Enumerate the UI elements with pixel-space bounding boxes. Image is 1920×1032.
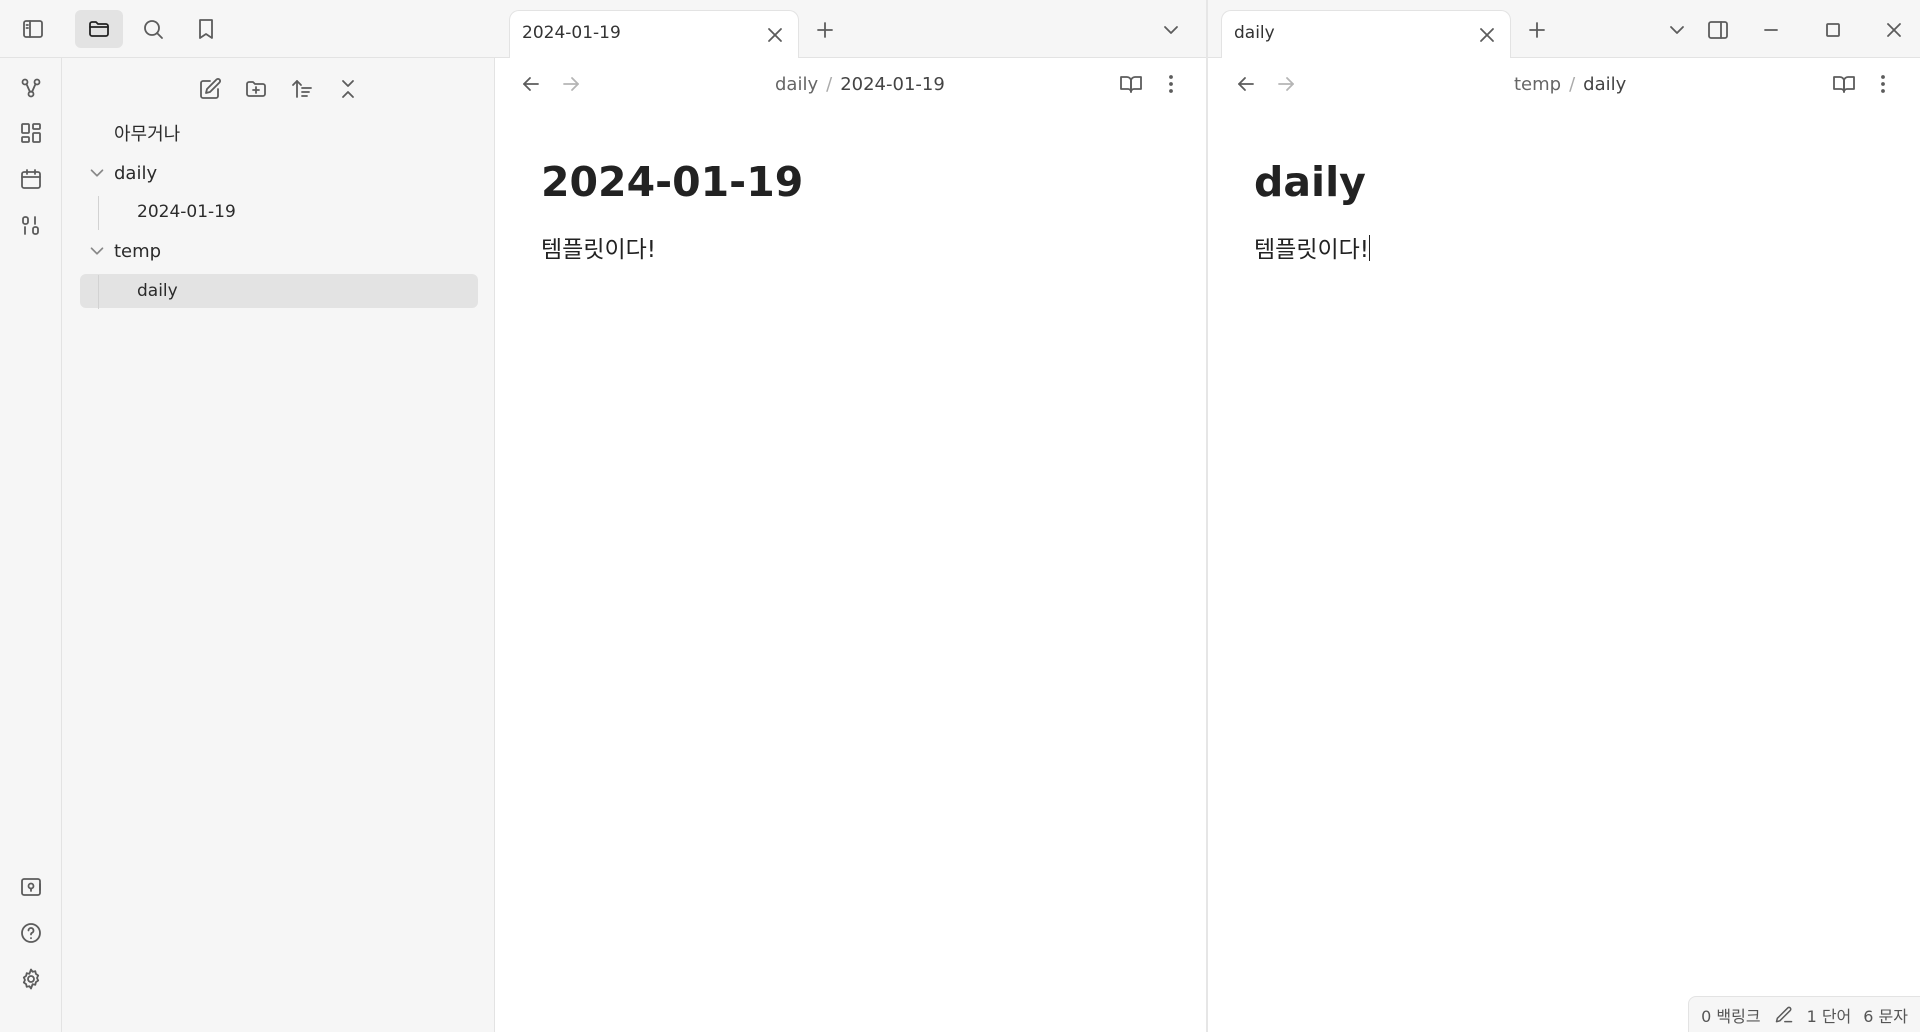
forward-arrow-icon[interactable] [1270,68,1302,100]
backlinks-count[interactable]: 0 백링크 [1701,1003,1760,1027]
file-item-label: 2024-01-19 [137,202,236,222]
tab-daily[interactable]: daily [1221,10,1511,58]
bookmark-icon[interactable] [189,12,223,46]
folder-label: daily [114,162,158,184]
word-count: 1 단어 [1806,1006,1852,1026]
tab-title: daily [1234,23,1275,43]
breadcrumb-file[interactable]: daily [1583,74,1626,95]
status-bar: 0 백링크 1 단어 6 문자 [1688,996,1920,1032]
more-options-icon[interactable] [1867,68,1899,100]
sidebar-toggle-icon[interactable] [16,12,50,46]
back-arrow-icon[interactable] [1230,68,1262,100]
help-icon[interactable] [14,916,48,950]
folder-item-temp[interactable]: temp [80,234,478,268]
more-options-icon[interactable] [1155,68,1187,100]
minimize-icon[interactable] [1755,14,1787,46]
left-editor-pane: daily / 2024-01-19 2024-01-19 템플릿이다! [495,58,1206,1032]
template-icon[interactable] [14,208,48,242]
breadcrumb-separator: / [1569,74,1576,95]
chevron-down-icon[interactable] [1661,14,1693,46]
left-tab-bar: 2024-01-19 [495,0,1206,58]
file-item-active[interactable]: daily [80,274,478,308]
chevron-down-icon[interactable] [1155,14,1187,46]
tab-title: 2024-01-19 [522,23,621,43]
view-header: temp / daily [1208,58,1920,110]
file-item-label: 아무거나 [114,124,181,145]
back-arrow-icon[interactable] [515,68,547,100]
breadcrumb-separator: / [826,74,833,95]
chevron-down-icon [86,240,108,262]
reading-view-icon[interactable] [1828,68,1860,100]
note-title[interactable]: daily [1254,158,1366,206]
char-count: 6 문자 [1863,1006,1908,1026]
right-sidebar-toggle-icon[interactable] [1701,13,1735,47]
folder-item-daily[interactable]: daily [80,156,478,190]
right-tab-bar: daily [1208,0,1920,58]
settings-icon[interactable] [14,962,48,996]
search-icon[interactable] [136,12,170,46]
collapse-all-icon[interactable] [331,72,365,106]
forward-arrow-icon[interactable] [555,68,587,100]
graph-icon[interactable] [14,71,48,105]
sidebar-header [0,0,495,58]
breadcrumb-folder[interactable]: temp [1514,74,1561,95]
vault-switch-icon[interactable] [14,870,48,904]
files-tab-icon[interactable] [75,10,123,48]
new-note-icon[interactable] [193,72,227,106]
new-tab-icon[interactable] [809,14,841,46]
note-body[interactable]: 템플릿이다! [1254,230,1371,264]
breadcrumb-folder[interactable]: daily [775,74,818,95]
tree-indent-guide [98,275,99,309]
maximize-icon[interactable] [1817,14,1849,46]
view-header: daily / 2024-01-19 [495,58,1206,110]
file-item[interactable]: 2024-01-19 [80,195,478,229]
close-icon[interactable] [1474,22,1500,48]
close-icon[interactable] [762,22,788,48]
note-body[interactable]: 템플릿이다! [541,230,656,264]
reading-view-icon[interactable] [1115,68,1147,100]
sort-icon[interactable] [285,72,319,106]
chevron-down-icon [86,162,108,184]
note-title[interactable]: 2024-01-19 [541,158,803,206]
ribbon [0,58,62,1032]
folder-label: temp [114,240,162,262]
breadcrumb: daily / 2024-01-19 [775,74,945,95]
file-item-label: daily [137,281,178,301]
breadcrumb: temp / daily [1514,74,1626,95]
breadcrumb-file[interactable]: 2024-01-19 [840,74,945,95]
note-body-text: 템플릿이다! [1254,237,1370,263]
text-cursor [1369,235,1371,261]
tab-2024-01-19[interactable]: 2024-01-19 [509,10,799,58]
window-close-icon[interactable] [1878,14,1910,46]
right-editor-pane: temp / daily daily 템플릿이다! [1208,58,1920,1032]
file-explorer: 아무거나 daily 2024-01-19 temp daily [62,58,495,1032]
new-folder-icon[interactable] [239,72,273,106]
edit-mode-icon[interactable] [1773,1004,1795,1026]
file-item[interactable]: 아무거나 [80,116,478,150]
new-tab-icon[interactable] [1521,14,1553,46]
canvas-icon[interactable] [14,116,48,150]
calendar-icon[interactable] [14,162,48,196]
